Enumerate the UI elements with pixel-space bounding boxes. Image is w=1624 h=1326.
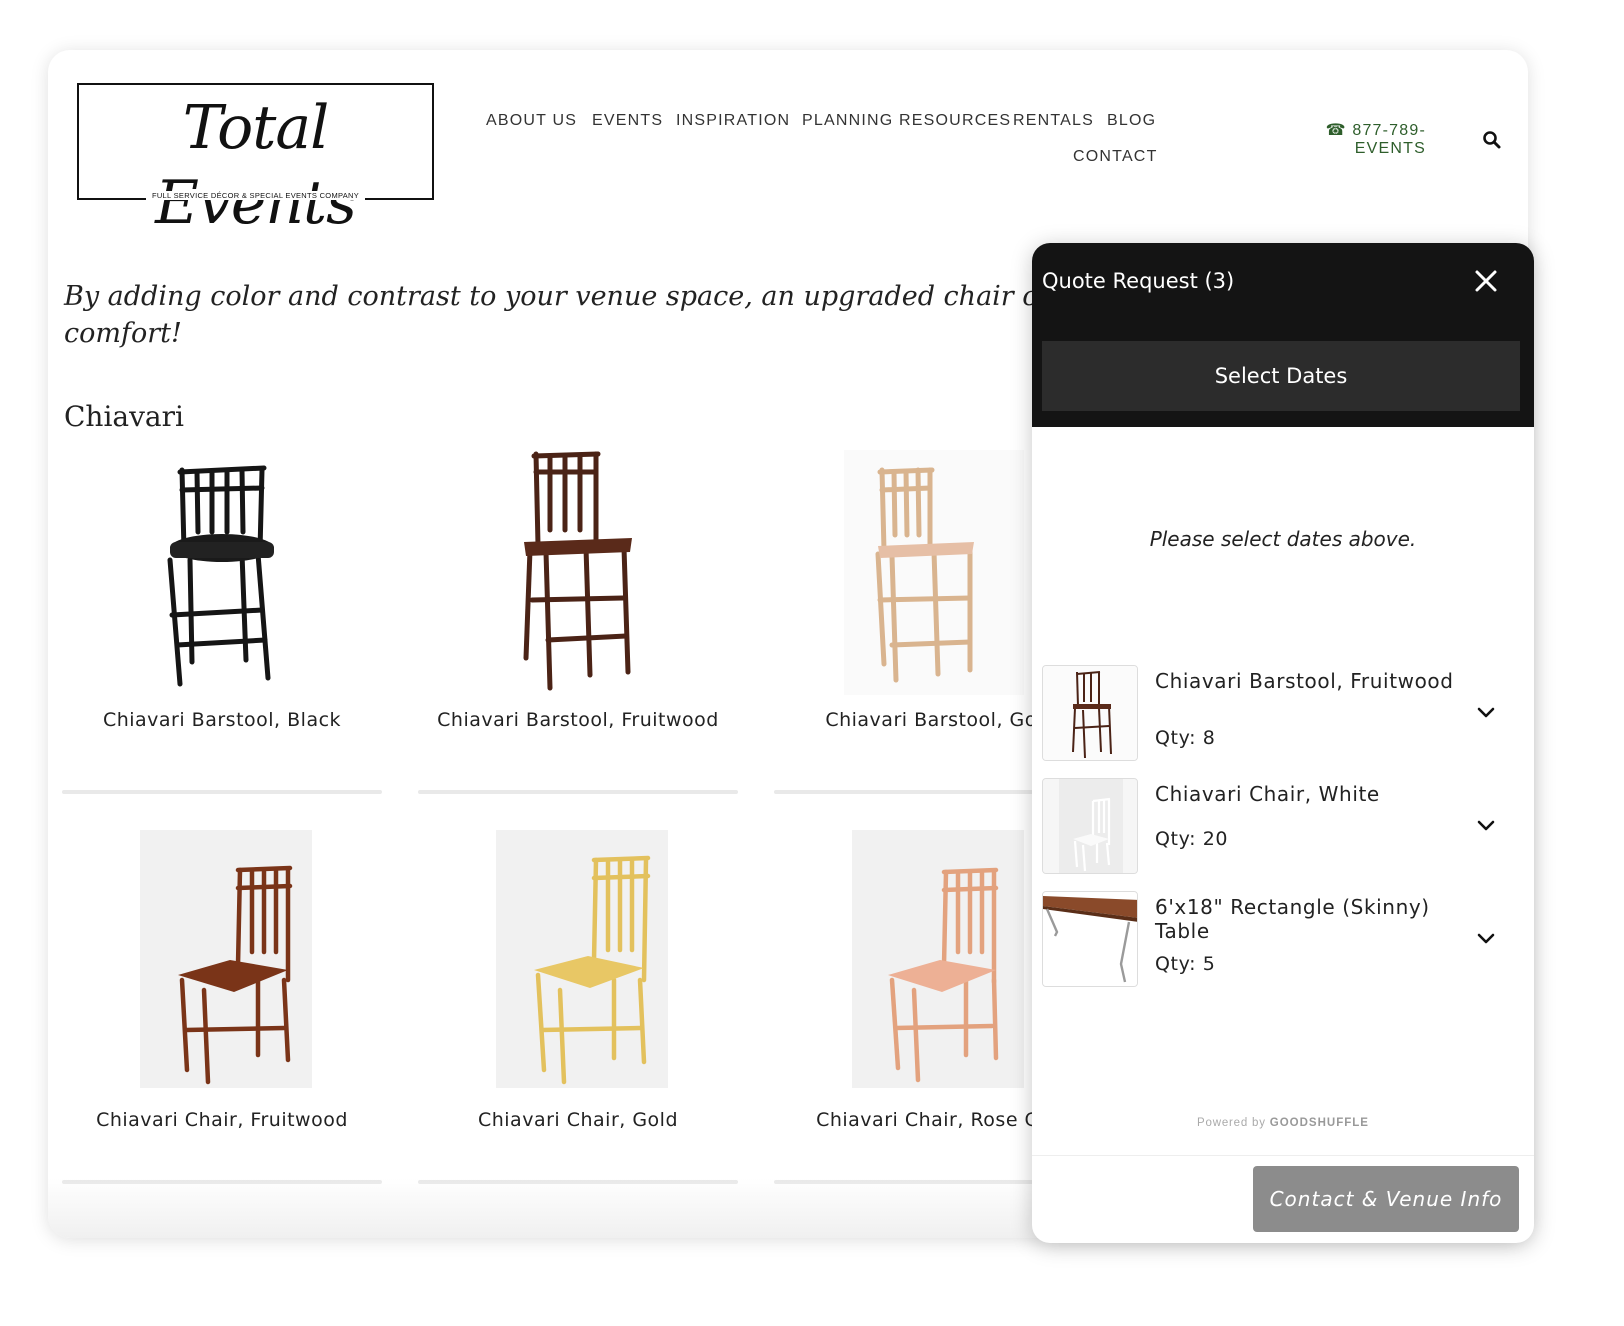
phone-line-1: ☎ 877-789- xyxy=(1325,122,1426,139)
quote-header: Quote Request (3) Select Dates xyxy=(1032,243,1534,427)
item-qty: Qty: 8 xyxy=(1155,727,1216,749)
goodshuffle-brand: GOODSHUFFLE xyxy=(1269,1117,1369,1129)
item-qty: Qty: 5 xyxy=(1155,953,1216,975)
product-label: Chiavari Barstool, Fruitwood xyxy=(437,709,719,731)
barstool-fruitwood-image xyxy=(523,451,632,691)
chevron-down-icon[interactable] xyxy=(1476,703,1496,723)
item-qty: Qty: 20 xyxy=(1155,828,1229,850)
nav-contact[interactable]: CONTACT xyxy=(1073,148,1158,166)
intro-line-1: By adding color and contrast to your ven… xyxy=(64,281,1215,312)
quote-item[interactable]: 6'x18" Rectangle (Skinny) Table Qty: 5 xyxy=(1042,891,1522,987)
barstool-black-image xyxy=(167,465,274,687)
chair-gold-image xyxy=(534,855,651,1085)
quote-footer: Contact & Venue Info xyxy=(1032,1155,1534,1243)
nav-about-us[interactable]: ABOUT US xyxy=(486,112,577,130)
card-divider xyxy=(62,790,382,794)
select-dates-button[interactable]: Select Dates xyxy=(1042,341,1520,411)
item-name: 6'x18" Rectangle (Skinny) Table xyxy=(1155,895,1430,943)
item-thumbnail xyxy=(1042,891,1138,987)
item-name: Chiavari Chair, White xyxy=(1155,782,1380,806)
nav-events[interactable]: EVENTS xyxy=(592,112,663,130)
product-label: Chiavari Chair, Gold xyxy=(477,1109,679,1131)
search-icon[interactable] xyxy=(1482,130,1502,150)
phone-link[interactable]: ☎ 877-789- EVENTS xyxy=(1306,122,1426,158)
quote-item[interactable]: Chiavari Barstool, Fruitwood Qty: 8 xyxy=(1042,665,1522,761)
logo-tagline: FULL SERVICE DÉCOR & SPECIAL EVENTS COMP… xyxy=(145,191,366,200)
product-label: Chiavari Chair, Fruitwood xyxy=(96,1109,348,1131)
item-thumbnail xyxy=(1042,778,1138,874)
barstool-fruitwood-thumbnail xyxy=(1043,666,1137,760)
quote-title: Quote Request (3) xyxy=(1042,269,1235,293)
contact-venue-info-button[interactable]: Contact & Venue Info xyxy=(1253,1166,1519,1232)
nav-blog[interactable]: BLOG xyxy=(1107,112,1156,130)
nav-planning-resources[interactable]: PLANNING RESOURCES xyxy=(802,112,1011,130)
nav-rentals[interactable]: RENTALS xyxy=(1013,112,1094,130)
select-dates-hint: Please select dates above. xyxy=(1149,527,1417,551)
powered-by: Powered by GOODSHUFFLE xyxy=(1032,1117,1534,1129)
intro-line-2: comfort! xyxy=(64,318,182,349)
chair-white-thumbnail xyxy=(1043,779,1137,873)
intro-text: By adding color and contrast to your ven… xyxy=(64,278,1215,352)
product-label: Chiavari Barstool, Black xyxy=(102,709,342,731)
quote-request-panel: Quote Request (3) Select Dates Please se… xyxy=(1032,243,1534,1243)
chevron-down-icon[interactable] xyxy=(1476,929,1496,949)
item-thumbnail xyxy=(1042,665,1138,761)
powered-by-prefix: Powered by xyxy=(1197,1117,1266,1129)
close-icon[interactable] xyxy=(1472,267,1500,295)
chevron-down-icon[interactable] xyxy=(1476,816,1496,836)
section-title: Chiavari xyxy=(64,400,184,433)
chair-fruitwood-image xyxy=(178,865,293,1085)
phone-line-2: EVENTS xyxy=(1354,140,1426,157)
card-divider xyxy=(418,790,738,794)
nav-inspiration[interactable]: INSPIRATION xyxy=(676,112,790,130)
item-name: Chiavari Barstool, Fruitwood xyxy=(1155,669,1454,693)
quote-item[interactable]: Chiavari Chair, White Qty: 20 xyxy=(1042,778,1522,874)
rectangle-table-thumbnail xyxy=(1043,892,1137,986)
